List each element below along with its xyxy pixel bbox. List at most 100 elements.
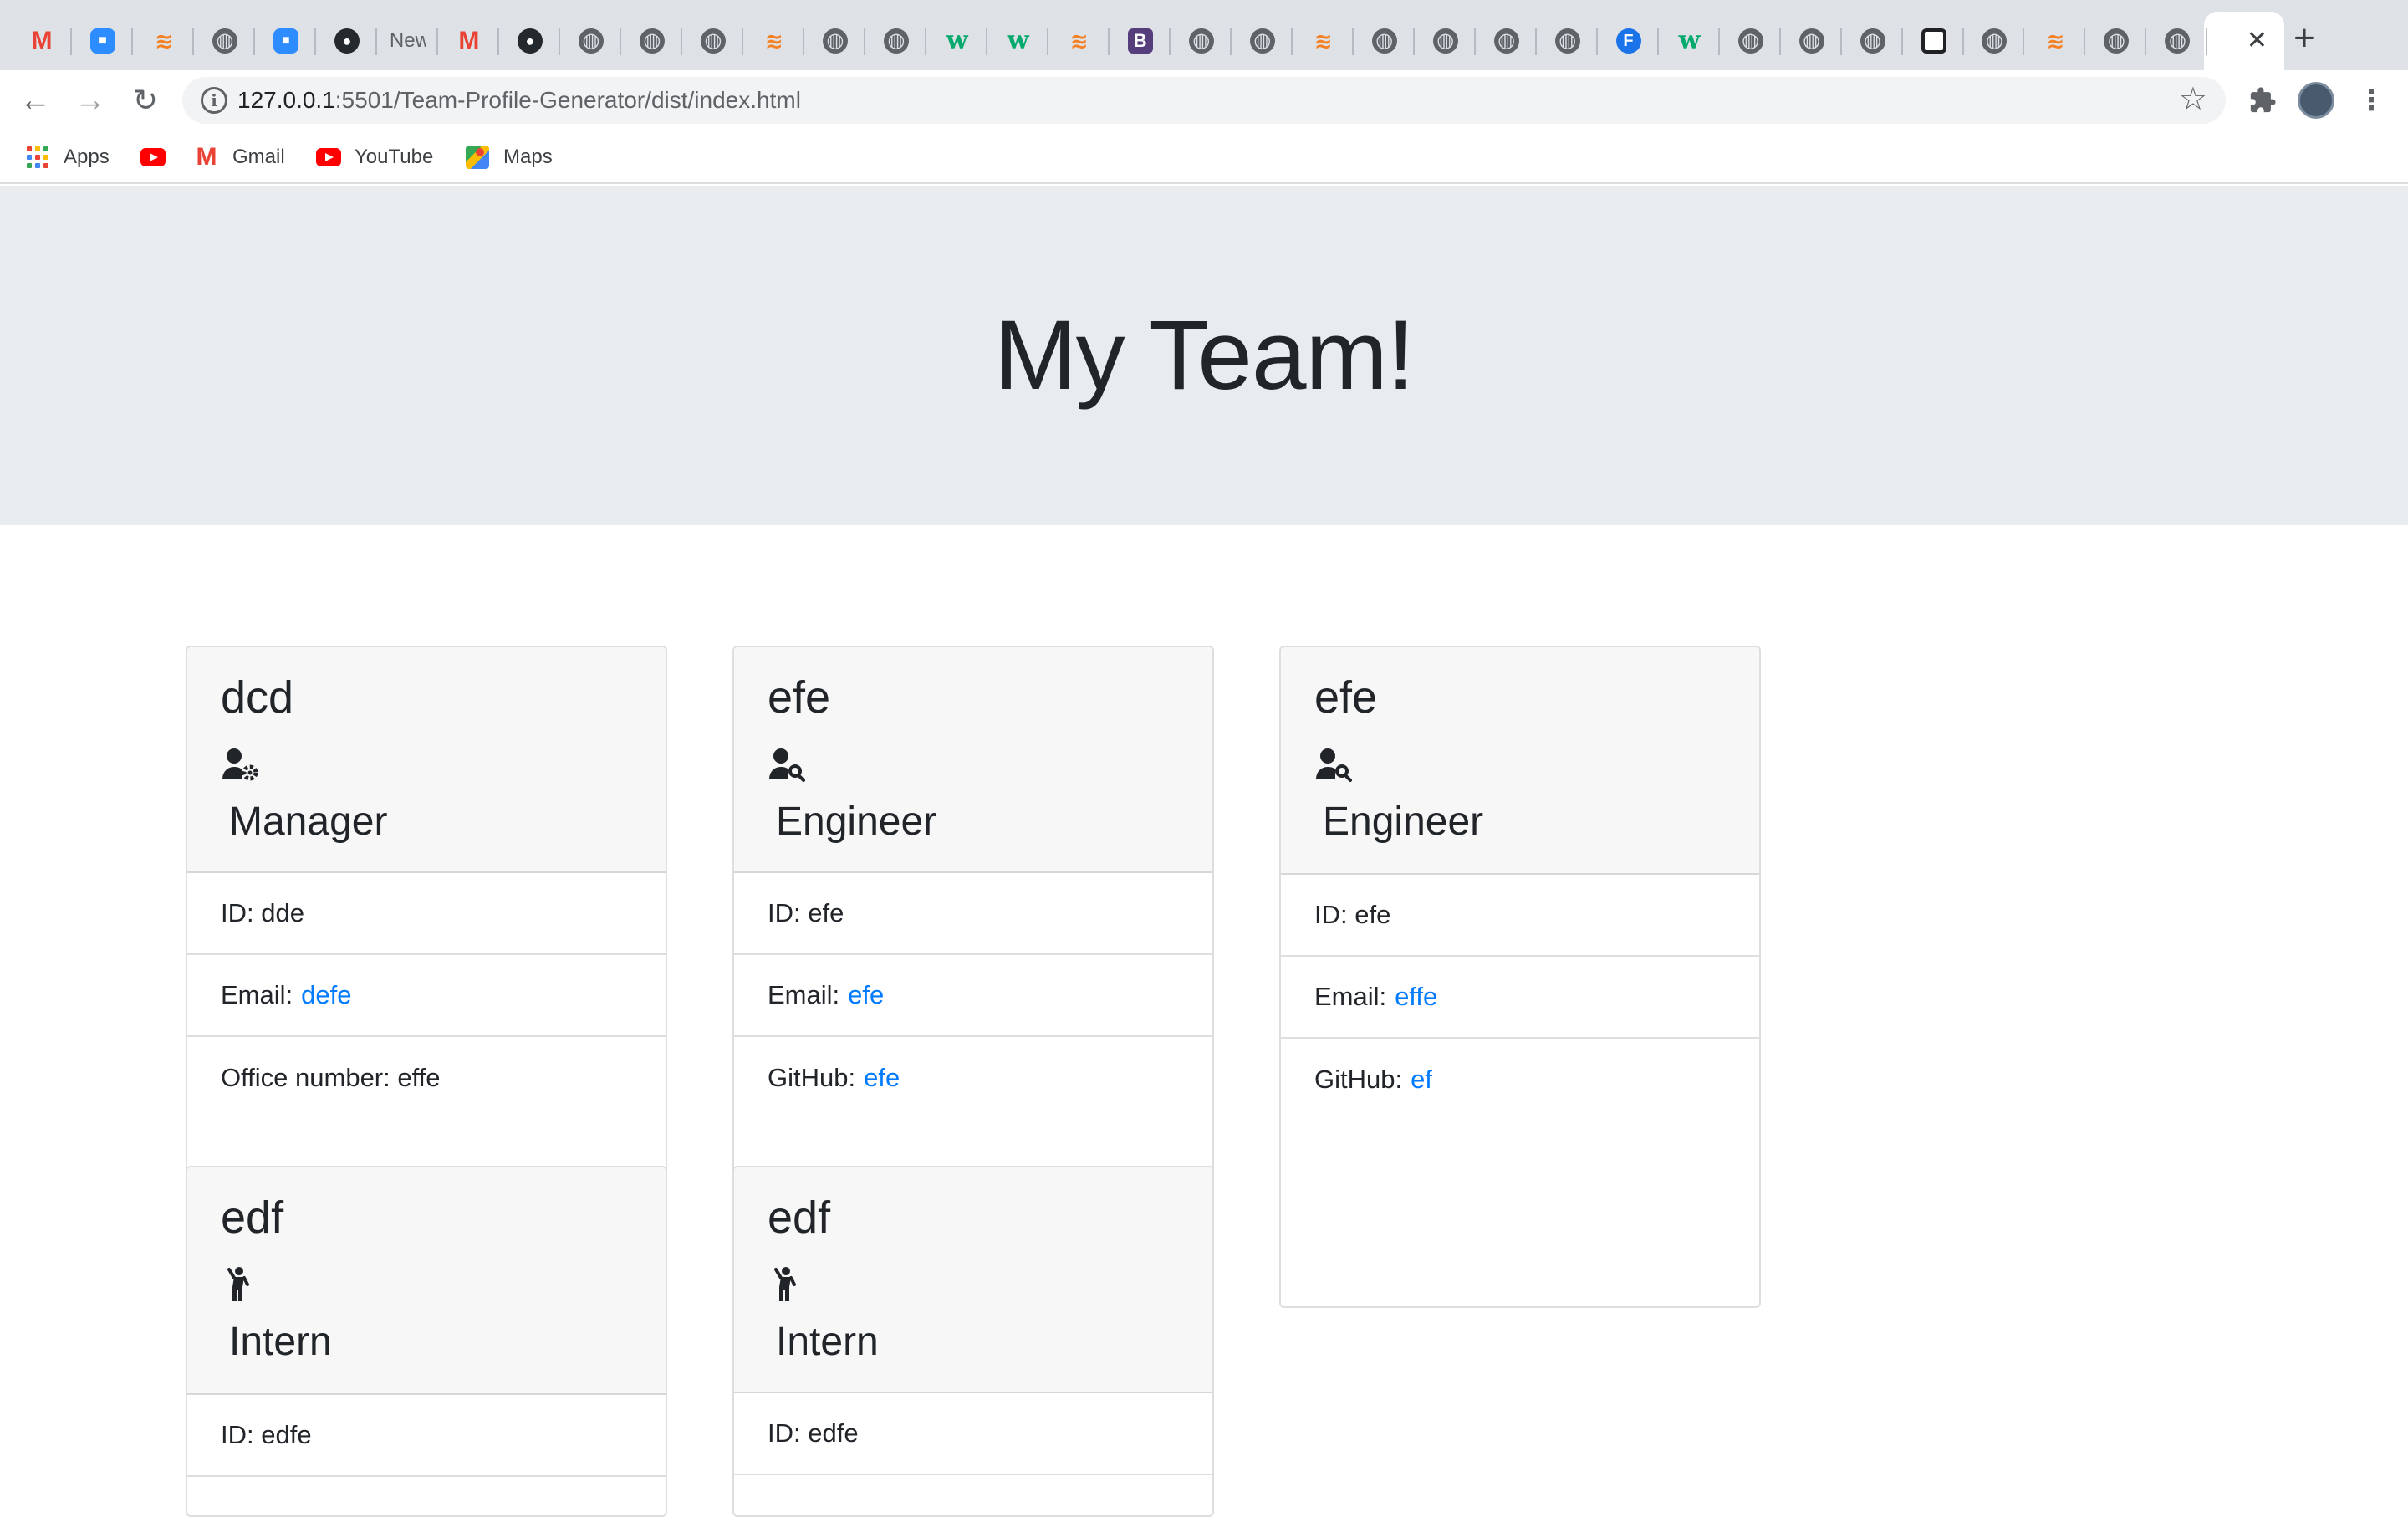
maps-icon [465,145,490,170]
browser-tab[interactable]: ◍ [1538,12,1598,70]
tab-separator [1595,28,1598,55]
address-bar[interactable]: i 127.0.0.1:5501/Team-Profile-Generator/… [182,77,2226,124]
browser-tab[interactable]: ● [500,12,560,70]
email-link[interactable]: effe [1395,982,1437,1012]
extensions-icon[interactable] [2239,77,2286,124]
browser-tab[interactable] [1904,12,1964,70]
bookmark-star-icon[interactable]: ☆ [2179,84,2207,115]
browser-tab[interactable]: ◍ [1843,12,1903,70]
employee-name: efe [1314,672,1378,723]
browser-tab[interactable]: ● [317,12,377,70]
tab-separator [1107,28,1110,55]
id-label: ID: [1314,900,1348,929]
browser-tab[interactable]: w [1660,12,1720,70]
globe-icon: ◍ [1798,28,1824,54]
browser-tab[interactable]: ◍ [1964,12,2025,70]
bookmark-gmail-label: Gmail [232,146,285,168]
github-link[interactable]: ef [1411,1065,1432,1095]
tab-separator [1778,28,1781,55]
intern-icon [769,1266,806,1303]
bootstrap-icon: B [1127,28,1153,54]
employee-office-number: Office number: effe [187,1037,666,1119]
browser-tab[interactable]: ◍ [1782,12,1842,70]
back-button[interactable]: ← [12,77,59,124]
email-link[interactable]: efe [848,980,884,1010]
gmail-icon: M [31,27,53,54]
bookmark-maps-label: Maps [503,146,553,168]
tab-active[interactable]: ✕ [2204,12,2284,70]
github-label: GitHub: [768,1063,856,1092]
employee-name: efe [768,672,831,723]
browser-tab[interactable]: ◍ [2147,12,2208,70]
browser-tab[interactable]: ◍ [622,12,682,70]
stackoverflow-icon: ≋ [1314,28,1333,54]
email-link[interactable]: defe [301,980,351,1010]
globe-icon: ◍ [212,28,237,54]
browser-tab[interactable]: w [927,12,987,70]
browser-tab[interactable]: ≋ [1049,12,1110,70]
bookmark-apps[interactable]: Apps [25,142,110,172]
browser-tab[interactable]: ◍ [683,12,743,70]
employee-id: ID: dde [187,873,666,955]
bookmark-youtube-icon-only[interactable] [140,142,166,172]
list-item [187,1477,666,1515]
page-title: My Team! [994,300,1414,411]
browser-tab[interactable]: ◍ [1232,12,1293,70]
employee-id: ID: efe [734,873,1212,955]
tab-separator [253,28,255,55]
browser-tab[interactable]: ■ [256,12,316,70]
browser-tab[interactable]: ■ [73,12,133,70]
browser-tab[interactable]: ◍ [1721,12,1781,70]
browser-tab[interactable]: ◍ [1354,12,1415,70]
github-link[interactable]: efe [864,1063,900,1093]
zoom-icon: ■ [273,28,298,54]
tab-separator [1046,28,1048,55]
browser-tab[interactable]: ◍ [561,12,621,70]
id-value: efe [1354,900,1391,929]
url-text[interactable]: 127.0.0.1:5501/Team-Profile-Generator/di… [237,87,801,114]
tab-strip: ✕ + M ■ ≋ ◍ ■ ● New M ● ◍ ◍ ◍ ≋ ◍ ◍ w w ≋ B ◍ ◍ ≋ ◍ ◍ ◍ ◍ Fw ◍ ◍ ◍ ◍ ≋ ◍… [0,0,2408,70]
close-tab-icon[interactable]: ✕ [2247,28,2268,54]
bookmark-youtube-label: YouTube [355,146,434,168]
browser-tab[interactable]: ◍ [2086,12,2147,70]
tab-separator [192,28,194,55]
office-label: Office number: [221,1063,390,1092]
site-info-icon[interactable]: i [201,87,227,114]
bookmark-gmail[interactable]: M Gmail [194,142,285,172]
new-tab-button[interactable]: + [2281,15,2328,62]
tab-separator [1290,28,1293,55]
browser-tab[interactable]: ◍ [1171,12,1232,70]
browser-tab[interactable]: ◍ [195,12,255,70]
id-value: dde [261,898,304,927]
employee-email: Email: effe [1281,957,1759,1039]
browser-tab[interactable]: B [1110,12,1171,70]
browser-tab[interactable]: New [378,12,438,70]
bookmark-maps[interactable]: Maps [465,142,553,172]
browser-tab[interactable]: w [988,12,1048,70]
github-icon: ● [334,28,360,54]
browser-tab[interactable]: ≋ [134,12,194,70]
reload-button[interactable]: ↻ [122,77,169,124]
menu-icon[interactable]: ⋮ [2348,77,2395,124]
browser-tab[interactable]: ≋ [2025,12,2086,70]
profile-avatar[interactable] [2293,77,2339,124]
tab-separator [1229,28,1232,55]
browser-tab[interactable]: ◍ [866,12,926,70]
employee-role: Intern [776,1320,879,1364]
browser-tab[interactable]: ◍ [1477,12,1537,70]
browser-tab[interactable]: M [439,12,499,70]
browser-tab[interactable]: ◍ [805,12,865,70]
browser-tab[interactable]: F [1599,12,1659,70]
forward-button[interactable]: → [67,77,114,124]
browser-tab[interactable]: ≋ [1293,12,1354,70]
browser-tab[interactable]: M [12,12,72,70]
tab-separator [1839,28,1842,55]
browser-tab[interactable]: ◍ [1416,12,1476,70]
tab-separator [1962,28,1964,55]
bookmark-youtube[interactable]: YouTube [316,142,433,172]
email-label: Email: [768,980,840,1009]
browser-tab[interactable]: ≋ [744,12,804,70]
url-path: :5501/Team-Profile-Generator/dist/index.… [334,87,801,113]
id-label: ID: [768,898,801,927]
youtube-icon [316,145,341,170]
